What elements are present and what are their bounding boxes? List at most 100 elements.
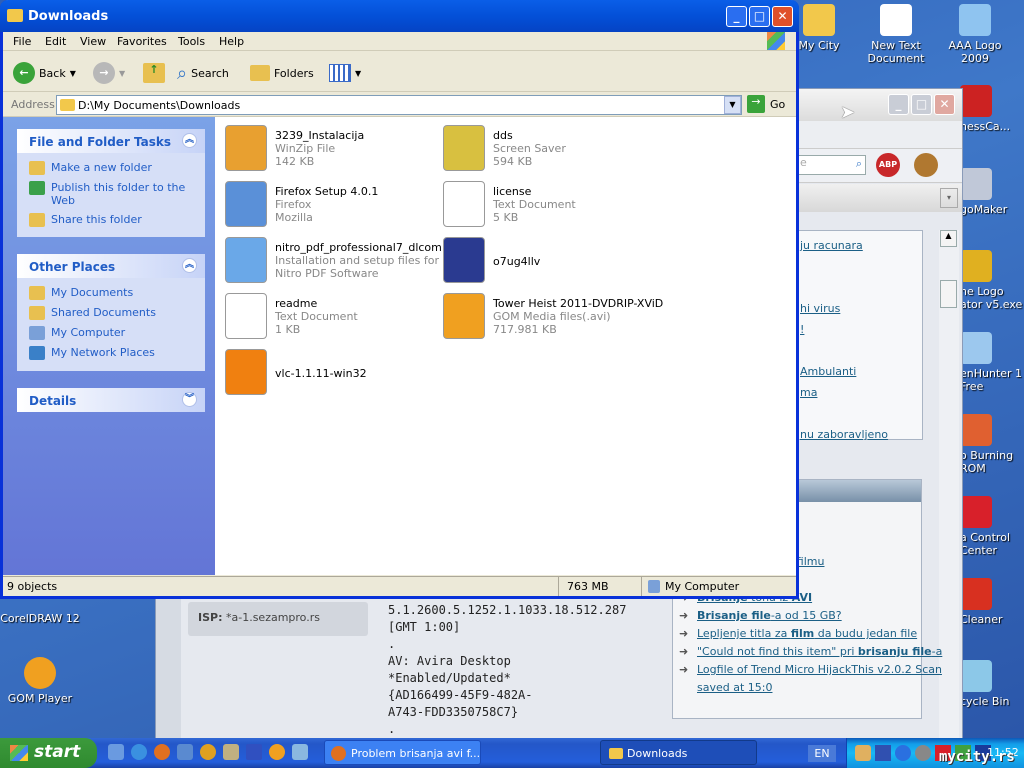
- network-icon[interactable]: [875, 745, 891, 761]
- language-indicator[interactable]: EN: [808, 745, 836, 762]
- file-item[interactable]: o7ug4llv: [437, 233, 652, 289]
- panel-header[interactable]: Other Places ︽: [17, 254, 205, 278]
- app-icon[interactable]: [177, 744, 193, 760]
- show-desktop-icon[interactable]: [108, 744, 124, 760]
- forward-button[interactable]: → ▼: [93, 61, 125, 85]
- file-item[interactable]: nitro_pdf_professional7_dlcom Installatio…: [219, 233, 453, 289]
- tray-icon[interactable]: [895, 745, 911, 761]
- file-item[interactable]: Tower Heist 2011-DVDRIP-XViD GOM Media fi…: [437, 289, 663, 345]
- place-link[interactable]: My Computer: [17, 323, 205, 343]
- panel-header[interactable]: File and Folder Tasks ︽: [17, 129, 205, 153]
- file-type: Text Document: [493, 198, 576, 211]
- app-icon[interactable]: [292, 744, 308, 760]
- sidebar-link[interactable]: Ambulanti: [800, 365, 856, 378]
- menu-edit[interactable]: Edit: [45, 35, 66, 48]
- file-type: Screen Saver: [493, 142, 566, 155]
- minimize-button[interactable]: _: [888, 94, 909, 115]
- back-arrow-icon: ←: [13, 62, 35, 84]
- menu-view[interactable]: View: [80, 35, 106, 48]
- file-item[interactable]: dds Screen Saver 594 KB: [437, 121, 652, 177]
- back-button[interactable]: ← Back ▼: [13, 61, 76, 85]
- expand-icon[interactable]: ︾: [182, 392, 197, 407]
- scroll-thumb[interactable]: [940, 280, 957, 308]
- scroll-up-button[interactable]: ▲: [940, 230, 957, 247]
- close-button[interactable]: ✕: [934, 94, 955, 115]
- file-name: readme: [275, 297, 318, 310]
- internet-explorer-icon[interactable]: [131, 744, 147, 760]
- search-button[interactable]: ⌕ Search: [177, 61, 229, 85]
- menu-file[interactable]: File: [13, 35, 31, 48]
- up-folder-button[interactable]: ↑: [143, 61, 165, 85]
- avi-icon: [443, 293, 485, 339]
- sidebar-link[interactable]: hi virus: [800, 302, 840, 315]
- address-dropdown-button[interactable]: ▼: [724, 96, 741, 114]
- collapse-icon[interactable]: ︽: [182, 133, 197, 148]
- related-link[interactable]: ➜ Logfile of Trend Micro HijackThis v2.0.…: [679, 663, 942, 676]
- task-link[interactable]: Make a new folder: [17, 158, 205, 178]
- file-item[interactable]: license Text Document 5 KB: [437, 177, 652, 233]
- task-link[interactable]: Publish this folder to the Web: [17, 178, 205, 210]
- media-player-icon[interactable]: [200, 744, 216, 760]
- log-text: 5.1.2600.5.1252.1.1033.18.512.287 [GMT 1…: [388, 603, 627, 736]
- gom-player-icon[interactable]: [269, 744, 285, 760]
- views-button[interactable]: ▼: [329, 61, 361, 85]
- app-icon: [960, 250, 992, 282]
- file-name: vlc-1.1.11-win32: [275, 367, 367, 380]
- menu-favorites[interactable]: Favorites: [117, 35, 167, 48]
- start-button[interactable]: start: [0, 738, 97, 768]
- file-item[interactable]: readme Text Document 1 KB: [219, 289, 434, 345]
- dropdown-arrow-icon: ▼: [119, 68, 126, 78]
- explorer-window[interactable]: Downloads _ □ ✕ File Edit View Favorites…: [0, 0, 799, 599]
- collapse-icon[interactable]: ︽: [182, 258, 197, 273]
- place-link[interactable]: My Documents: [17, 283, 205, 303]
- related-link[interactable]: ➜ Brisanje file-a od 15 GB?: [679, 609, 842, 622]
- firefox-icon[interactable]: [154, 744, 170, 760]
- save-icon[interactable]: [246, 744, 262, 760]
- place-icon: [29, 306, 45, 320]
- file-item[interactable]: 3239_Instalacija WinZip File 142 KB: [219, 121, 434, 177]
- vlc-icon: [225, 349, 267, 395]
- file-item[interactable]: vlc-1.1.11-win32: [219, 345, 434, 401]
- sidebar-link[interactable]: nu zaboravljeno: [800, 428, 888, 441]
- address-input[interactable]: D:\My Documents\Downloads ▼: [56, 95, 742, 115]
- file-type: WinZip File: [275, 142, 336, 155]
- search-input[interactable]: e ⌕: [796, 155, 866, 175]
- maximize-button[interactable]: □: [911, 94, 932, 115]
- gmer-icon: [443, 237, 485, 283]
- desktop-icon-gom-player[interactable]: GOM Player: [0, 657, 80, 705]
- app-icon[interactable]: [223, 744, 239, 760]
- minimize-button[interactable]: _: [726, 6, 747, 27]
- taskbar-item-downloads[interactable]: Downloads: [600, 740, 757, 765]
- sidebar-link[interactable]: ju racunara: [800, 239, 863, 252]
- close-button[interactable]: ✕: [772, 6, 793, 27]
- folders-button[interactable]: Folders: [250, 61, 314, 85]
- place-link[interactable]: Shared Documents: [17, 303, 205, 323]
- task-link[interactable]: Share this folder: [17, 210, 205, 230]
- desktop-icon-coreldraw[interactable]: CorelDRAW 12: [0, 600, 80, 625]
- taskbar-item-browser[interactable]: Problem brisanja avi f...: [324, 740, 481, 765]
- sidebar-link[interactable]: ma: [800, 386, 817, 399]
- forward-arrow-icon: →: [93, 62, 115, 84]
- related-link[interactable]: ➜ "Could not find this item" pri brisanju…: [679, 645, 942, 658]
- tray-icon[interactable]: [855, 745, 871, 761]
- tab-list-button[interactable]: ▾: [940, 188, 958, 208]
- app-icon: [960, 332, 992, 364]
- sidebar-link[interactable]: !: [800, 323, 804, 336]
- maximize-button[interactable]: □: [749, 6, 770, 27]
- volume-icon[interactable]: [915, 745, 931, 761]
- adblock-icon[interactable]: ABP: [876, 153, 900, 177]
- place-link[interactable]: My Network Places: [17, 343, 205, 363]
- explorer-title-bar[interactable]: Downloads _ □ ✕: [0, 0, 799, 32]
- other-places-panel: Other Places ︽ My Documents Shared Documen…: [17, 254, 205, 371]
- related-link[interactable]: saved at 15:0: [697, 681, 772, 694]
- greasemonkey-icon[interactable]: [914, 153, 938, 177]
- panel-header[interactable]: Details ︾: [17, 388, 205, 412]
- go-button[interactable]: → Go: [747, 95, 785, 113]
- desktop-icon-aaa-logo[interactable]: AAA Logo 2009: [935, 4, 1015, 65]
- menu-help[interactable]: Help: [219, 35, 244, 48]
- menu-tools[interactable]: Tools: [178, 35, 205, 48]
- file-item[interactable]: Firefox Setup 4.0.1 Firefox Mozilla: [219, 177, 434, 233]
- related-link[interactable]: ➜ Lepljenje titla za film da budu jedan f…: [679, 627, 917, 640]
- desktop-icon-new-text-document[interactable]: New Text Document: [856, 4, 936, 65]
- scrollbar[interactable]: ▲: [939, 230, 959, 740]
